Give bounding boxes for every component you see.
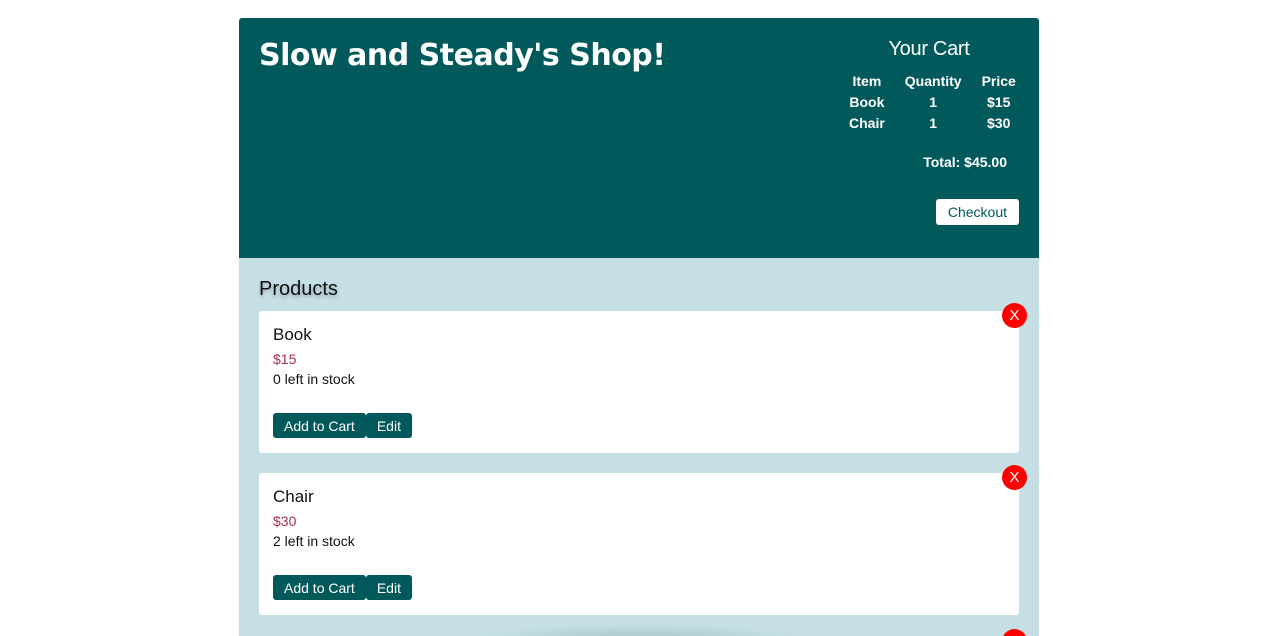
product-card: Book $15 0 left in stock Add to Cart Edi…: [259, 303, 1027, 453]
cart-row: Chair 1 $30: [839, 113, 1026, 134]
cart-title: Your Cart: [888, 38, 970, 60]
product-card: Chair $30 2 left in stock Add to Cart Ed…: [259, 465, 1027, 615]
cart-column-item: Item: [852, 73, 882, 89]
products-heading: Products: [259, 278, 338, 300]
product-price: $30: [273, 513, 297, 529]
cart-item-quantity: 1: [929, 94, 938, 110]
shop-app: Slow and Steady's Shop! Your Cart Item Q…: [239, 18, 1039, 636]
cart-table: Item Quantity Price Book 1 $15 Chair 1 $…: [839, 71, 1026, 134]
cart-item-price: $30: [987, 115, 1011, 131]
product-stock: 2 left in stock: [273, 533, 355, 549]
card-shadow: [449, 624, 829, 636]
site-header: Slow and Steady's Shop! Your Cart Item Q…: [239, 18, 1039, 258]
cart-total: Total: $45.00: [923, 154, 1007, 170]
product-actions: Add to Cart Edit: [273, 575, 412, 600]
product-actions: Add to Cart Edit: [273, 413, 412, 438]
cart-item-name: Chair: [849, 115, 885, 131]
cart-column-quantity: Quantity: [904, 73, 962, 89]
cart-row: Book 1 $15: [839, 92, 1026, 113]
add-to-cart-button[interactable]: Add to Cart: [273, 413, 366, 438]
cart-item-quantity: 1: [929, 115, 938, 131]
product-stock: 0 left in stock: [273, 371, 355, 387]
cart-header-row: Item Quantity Price: [839, 71, 1026, 92]
edit-button[interactable]: Edit: [365, 413, 412, 438]
cart-column-price: Price: [981, 73, 1016, 89]
delete-product-button[interactable]: X: [1002, 465, 1027, 490]
products-section: Products Book $15 0 left in stock Add to…: [239, 258, 1039, 636]
cart-panel: Your Cart Item Quantity Price Book 1 $15: [839, 38, 1019, 225]
checkout-button[interactable]: Checkout: [935, 199, 1019, 225]
delete-product-button[interactable]: X: [1002, 303, 1027, 328]
cart-item-price: $15: [987, 94, 1011, 110]
edit-button[interactable]: Edit: [365, 575, 412, 600]
cart-item-name: Book: [849, 94, 885, 110]
product-name: Book: [273, 325, 312, 344]
shop-title: Slow and Steady's Shop!: [259, 38, 666, 73]
add-to-cart-button[interactable]: Add to Cart: [273, 575, 366, 600]
product-name: Chair: [273, 487, 314, 506]
product-price: $15: [273, 351, 297, 367]
